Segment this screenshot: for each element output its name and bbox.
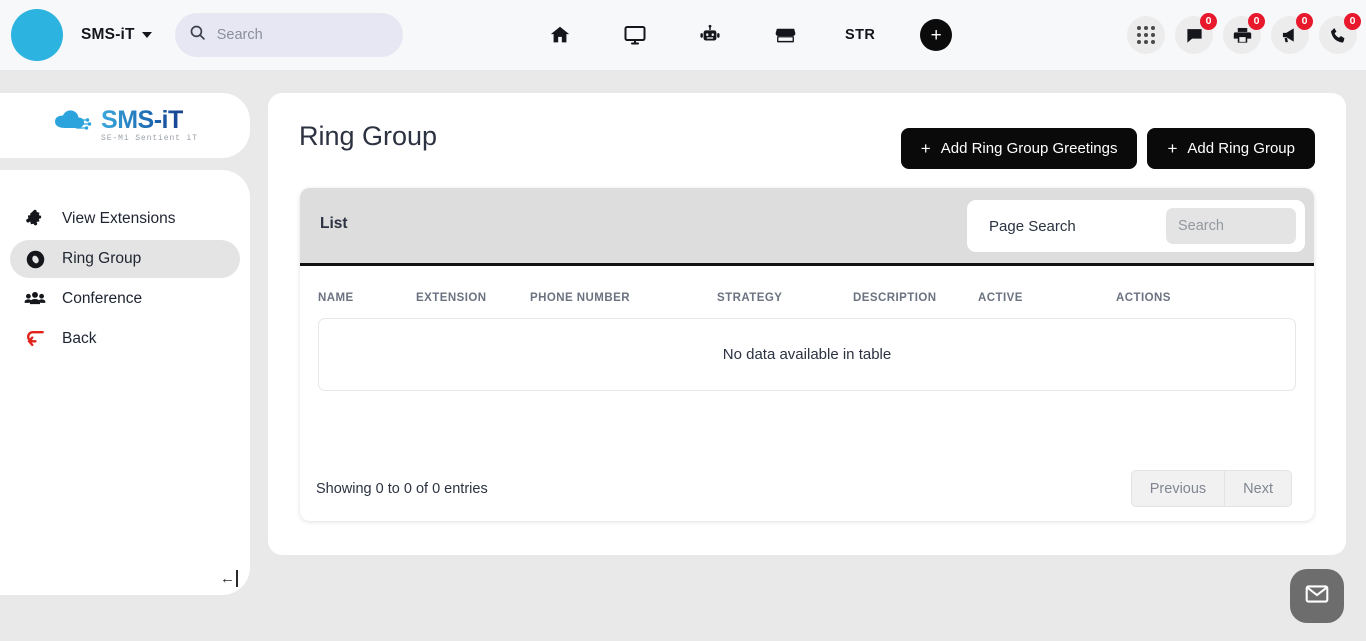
- sidebar-item-ring-group[interactable]: Ring Group: [10, 240, 240, 278]
- brand-name: SMS-iT: [81, 26, 135, 43]
- column-header-description: DESCRIPTION: [853, 292, 937, 304]
- phone-badge: 0: [1344, 13, 1361, 30]
- right-navigation: 0 0 0 0: [1127, 0, 1361, 70]
- logo-tagline: SE-Mi Sentient iT: [101, 134, 198, 143]
- column-header-actions: ACTIONS: [1116, 292, 1171, 304]
- brand-avatar[interactable]: [11, 9, 63, 61]
- button-label: Add Ring Group Greetings: [940, 140, 1118, 157]
- message-fab-button[interactable]: [1290, 569, 1344, 623]
- logo-title: SMS-iT: [101, 106, 183, 134]
- page-search-label: Page Search: [989, 217, 1076, 235]
- home-icon[interactable]: [545, 20, 575, 50]
- button-label: Add Ring Group: [1187, 140, 1295, 157]
- printer-badge: 0: [1248, 13, 1265, 30]
- search-input[interactable]: [216, 27, 387, 43]
- column-header-active: ACTIVE: [978, 292, 1023, 304]
- sidebar-item-conference[interactable]: Conference: [10, 280, 240, 318]
- sidebar-label: Ring Group: [62, 250, 142, 267]
- back-arrow-icon: [22, 329, 48, 349]
- page-search-box: Page Search: [967, 200, 1305, 252]
- sidebar-label: Conference: [62, 290, 143, 307]
- sidebar-logo-panel: SMS-iT SE-Mi Sentient iT: [0, 93, 250, 158]
- add-ring-group-button[interactable]: + Add Ring Group: [1147, 128, 1315, 169]
- ring-group-icon: [22, 249, 48, 270]
- card-footer: Showing 0 to 0 of 0 entries Previous Nex…: [300, 470, 1314, 507]
- column-header-phone-number: PHONE NUMBER: [530, 292, 630, 304]
- sidebar-item-view-extensions[interactable]: View Extensions: [10, 200, 240, 238]
- store-icon[interactable]: [770, 20, 800, 50]
- collapse-bar: [236, 570, 238, 587]
- table-header-row: NAME EXTENSION PHONE NUMBER STRATEGY DES…: [300, 266, 1314, 304]
- tab-list[interactable]: List: [320, 215, 348, 233]
- cloud-logo-icon: [52, 108, 98, 143]
- pagination: Previous Next: [1130, 470, 1292, 507]
- header-actions: + Add Ring Group Greetings + Add Ring Gr…: [900, 128, 1315, 169]
- previous-page-button[interactable]: Previous: [1130, 470, 1226, 507]
- next-page-button[interactable]: Next: [1225, 470, 1292, 507]
- collapse-arrow-icon: ←: [220, 570, 235, 587]
- page-title: Ring Group: [299, 121, 438, 151]
- desktop-icon[interactable]: [620, 20, 650, 50]
- sidebar-item-back[interactable]: Back: [10, 320, 240, 358]
- global-search[interactable]: [174, 13, 403, 57]
- megaphone-icon[interactable]: 0: [1271, 13, 1313, 54]
- sidebar-label: Back: [62, 330, 97, 347]
- table-empty-message: No data available in table: [318, 318, 1296, 391]
- chat-icon[interactable]: 0: [1175, 13, 1217, 54]
- search-icon: [189, 24, 206, 46]
- puzzle-icon: [22, 209, 48, 229]
- apps-grid-icon[interactable]: [1127, 16, 1165, 54]
- card-tabbar: List Page Search: [300, 188, 1314, 266]
- plus-icon: +: [920, 139, 931, 158]
- megaphone-badge: 0: [1296, 13, 1313, 30]
- top-bar: SMS-iT Search STR + 0 0 0 0: [0, 0, 1366, 70]
- str-label[interactable]: STR: [845, 27, 875, 43]
- users-icon: [22, 288, 48, 310]
- phone-icon[interactable]: 0: [1319, 13, 1361, 54]
- plus-icon: +: [1167, 139, 1178, 158]
- column-header-extension: EXTENSION: [416, 292, 487, 304]
- printer-icon[interactable]: 0: [1223, 13, 1265, 54]
- sidebar-collapse-button[interactable]: ←: [220, 570, 238, 587]
- page-search-input[interactable]: [1166, 208, 1296, 244]
- sidebar-label: View Extensions: [62, 210, 176, 227]
- add-button[interactable]: +: [920, 19, 953, 51]
- chevron-down-icon[interactable]: [141, 32, 152, 38]
- add-ring-group-greetings-button[interactable]: + Add Ring Group Greetings: [900, 128, 1138, 169]
- column-header-strategy: STRATEGY: [717, 292, 783, 304]
- main-panel: Ring Group + Add Ring Group Greetings + …: [268, 93, 1346, 555]
- robot-icon[interactable]: [695, 20, 725, 50]
- center-navigation: STR +: [545, 0, 953, 70]
- column-header-name: NAME: [318, 292, 354, 304]
- envelope-icon: [1304, 581, 1330, 612]
- sidebar-nav-panel: View Extensions Ring Group Conference Ba…: [0, 170, 250, 595]
- list-card: List Page Search NAME EXTENSION PHONE NU…: [300, 188, 1314, 521]
- chat-badge: 0: [1200, 13, 1217, 30]
- entries-count: Showing 0 to 0 of 0 entries: [316, 480, 488, 497]
